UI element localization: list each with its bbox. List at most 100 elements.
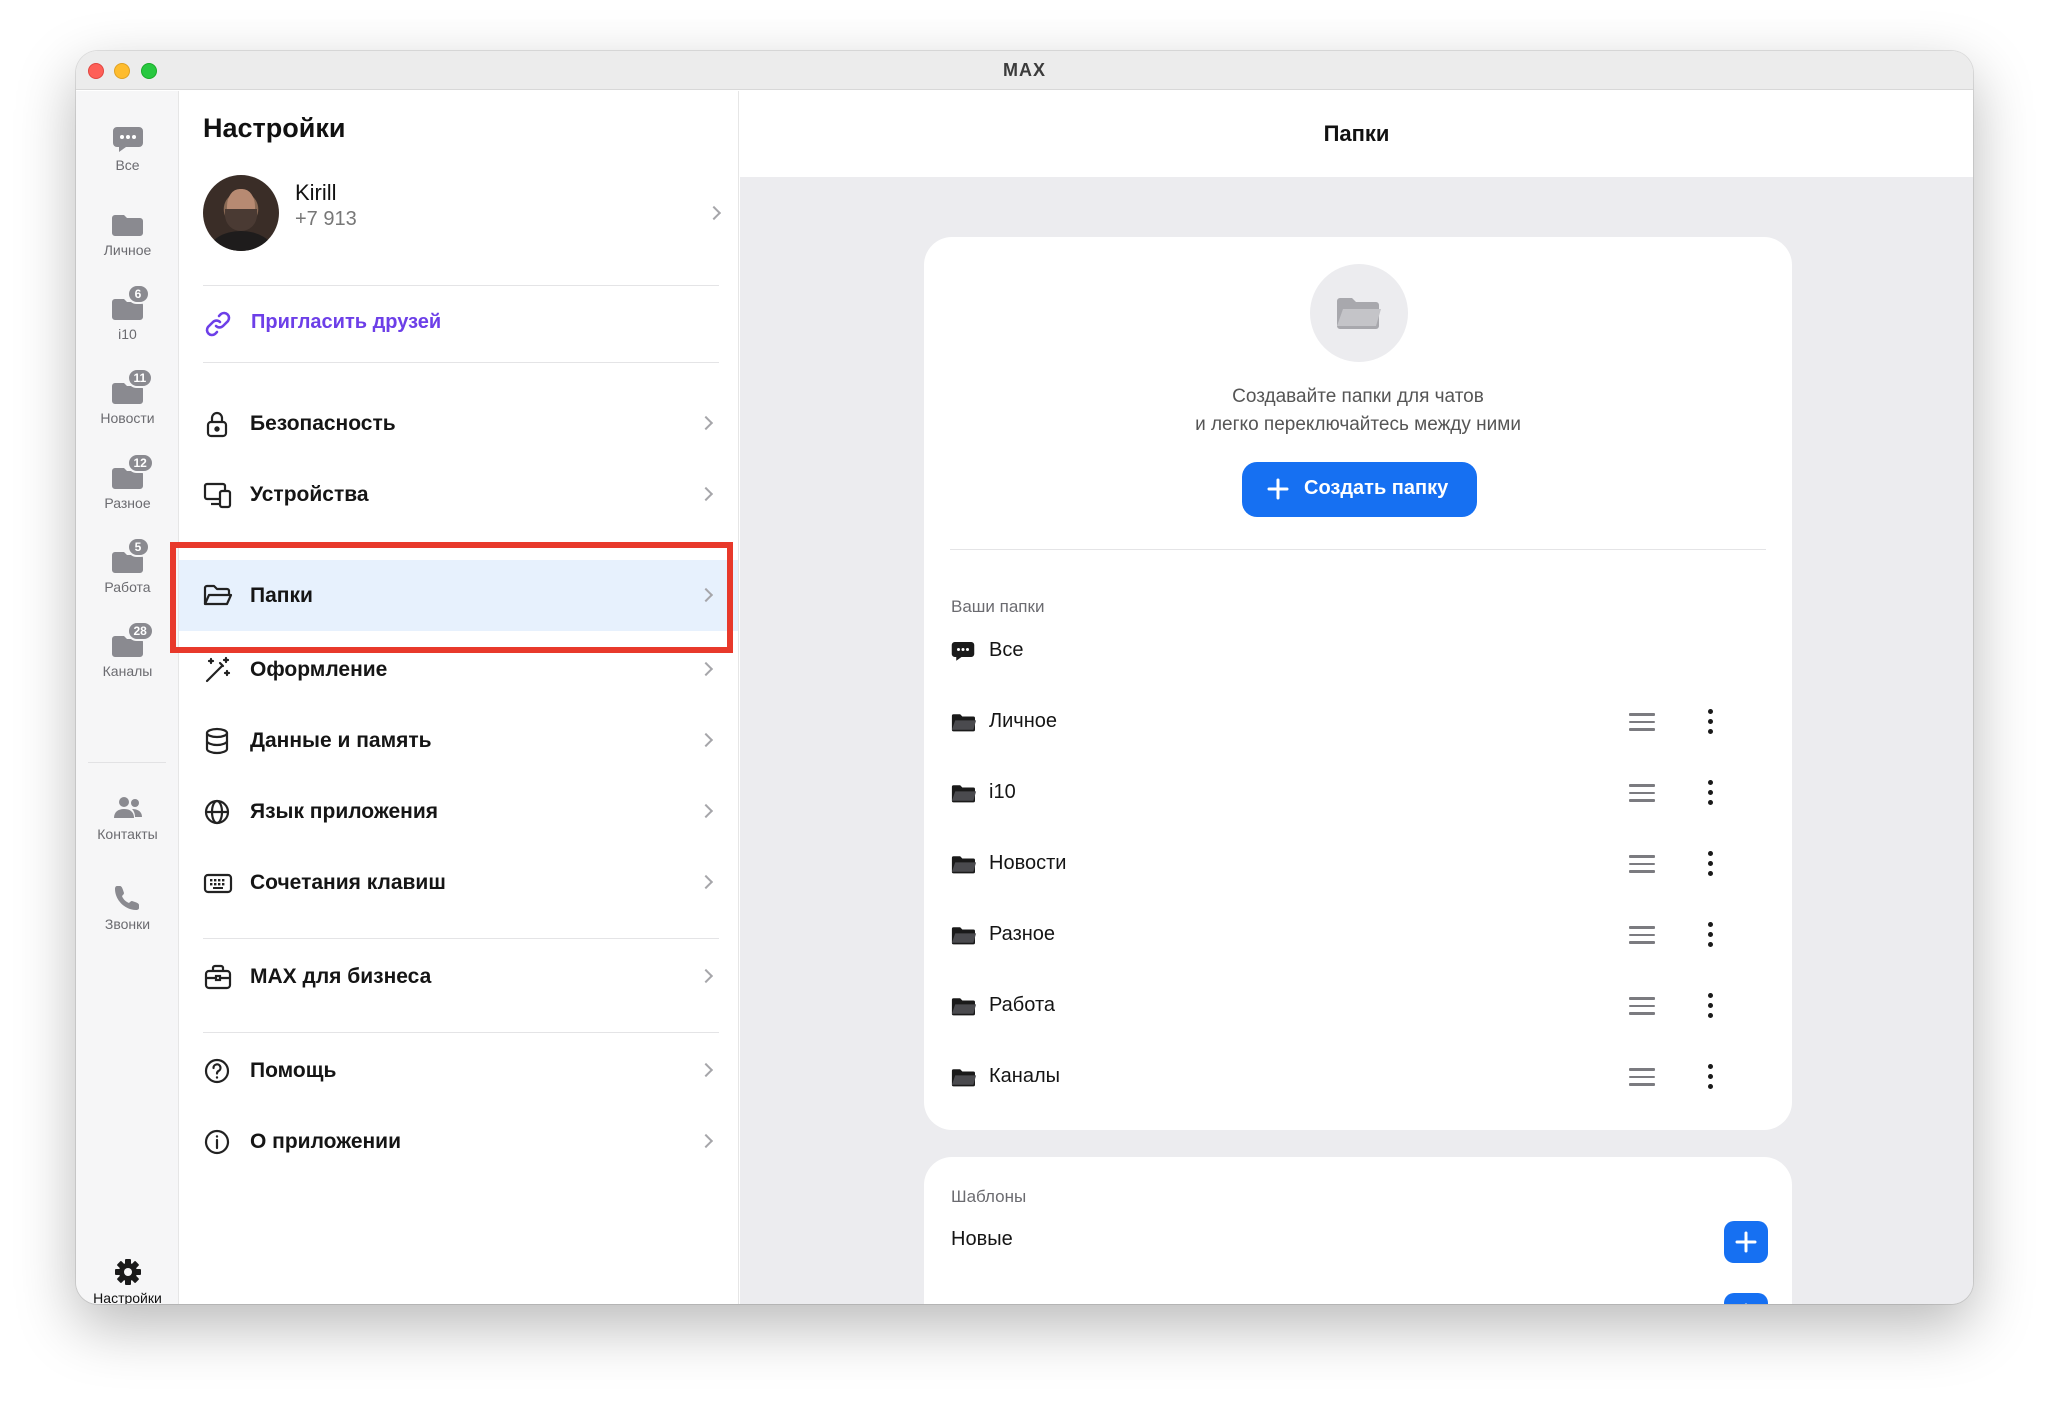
folder-open-icon <box>951 995 977 1022</box>
rail-item-i10[interactable]: 6 i10 <box>76 284 179 342</box>
drag-handle-icon[interactable] <box>1629 1068 1655 1088</box>
chevron-right-icon <box>698 1133 714 1149</box>
menu-item-shortcuts[interactable]: Сочетания клавиш <box>179 847 738 918</box>
rail-item-label: Настройки <box>93 1290 162 1304</box>
menu-item-about[interactable]: О приложении <box>179 1106 738 1177</box>
folder-open-icon <box>951 1066 977 1093</box>
menu-item-data-storage[interactable]: Данные и память <box>179 705 738 776</box>
templates-card: Шаблоны Новые <box>924 1157 1792 1304</box>
menu-item-label: Безопасность <box>250 412 396 435</box>
folder-name: Все <box>989 639 1024 661</box>
folder-name: Новости <box>989 852 1067 874</box>
link-icon <box>203 309 233 344</box>
folders-card: Создавайте папки для чатов и легко перек… <box>924 237 1792 1130</box>
rail-item-settings[interactable]: Настройки <box>76 1258 179 1304</box>
menu-item-help[interactable]: Помощь <box>179 1035 738 1106</box>
rail-item-channels[interactable]: 28 Каналы <box>76 621 179 679</box>
drag-handle-icon[interactable] <box>1629 926 1655 946</box>
folder-row[interactable]: Все <box>924 622 1792 682</box>
chevron-right-icon <box>698 661 714 677</box>
help-icon <box>203 1057 231 1090</box>
menu-item-label: MAX для бизнеса <box>250 965 432 988</box>
chat-bubble-icon <box>951 640 975 667</box>
chevron-right-icon <box>698 486 714 502</box>
drag-handle-icon[interactable] <box>1629 784 1655 804</box>
keyboard-icon <box>203 869 233 902</box>
folder-row[interactable]: Работа <box>924 977 1792 1037</box>
divider <box>203 1032 719 1033</box>
rail-item-label: i10 <box>118 326 137 342</box>
section-label: Шаблоны <box>951 1187 1027 1206</box>
folder-name: Каналы <box>989 1065 1060 1087</box>
more-vertical-icon[interactable] <box>1702 993 1718 1021</box>
folder-row[interactable]: Каналы <box>924 1048 1792 1108</box>
folder-row[interactable]: Новости <box>924 835 1792 895</box>
chevron-right-icon <box>698 732 714 748</box>
rail-item-label: Каналы <box>102 663 153 679</box>
rail-item-label: Новости <box>100 410 155 426</box>
more-vertical-icon[interactable] <box>1702 780 1718 808</box>
menu-item-devices[interactable]: Устройства <box>179 459 738 530</box>
divider <box>203 362 719 363</box>
rail-item-contacts[interactable]: Контакты <box>76 794 179 842</box>
folder-icon <box>111 210 144 238</box>
folder-row[interactable]: i10 <box>924 764 1792 824</box>
add-template-button[interactable] <box>1724 1293 1768 1304</box>
contacts-icon <box>112 794 144 822</box>
add-template-button[interactable] <box>1724 1221 1768 1263</box>
rail-item-work[interactable]: 5 Работа <box>76 537 179 595</box>
avatar <box>203 175 279 251</box>
folder-open-icon <box>951 711 977 738</box>
unread-badge: 11 <box>126 368 154 388</box>
create-folder-button[interactable]: Создать папку <box>1242 462 1477 517</box>
menu-item-security[interactable]: Безопасность <box>179 388 738 459</box>
devices-icon <box>203 481 233 514</box>
profile-card[interactable]: Kirill +7 913 <box>203 175 723 253</box>
invite-friends-link[interactable]: Пригласить друзей <box>203 303 703 343</box>
folder-name: Работа <box>989 994 1055 1016</box>
menu-item-label: Сочетания клавиш <box>250 871 446 894</box>
folder-rail: Все Личное 6 i10 11 Новости 12 Разное 5 … <box>76 91 179 1304</box>
rail-divider <box>88 762 166 763</box>
menu-item-label: Язык приложения <box>250 800 438 823</box>
more-vertical-icon[interactable] <box>1702 1064 1718 1092</box>
rail-item-misc[interactable]: 12 Разное <box>76 453 179 511</box>
drag-handle-icon[interactable] <box>1629 997 1655 1017</box>
menu-item-business[interactable]: MAX для бизнеса <box>179 941 738 1012</box>
empty-state-text: Создавайте папки для чатов и легко перек… <box>924 383 1792 439</box>
rail-item-personal[interactable]: Личное <box>76 210 179 258</box>
folder-row[interactable]: Личное <box>924 693 1792 753</box>
more-vertical-icon[interactable] <box>1702 851 1718 879</box>
unread-badge: 12 <box>126 453 154 473</box>
folder-icon: 5 <box>111 537 150 575</box>
create-folder-label: Создать папку <box>1304 477 1449 499</box>
menu-item-language[interactable]: Язык приложения <box>179 776 738 847</box>
section-label: Ваши папки <box>951 597 1045 616</box>
magic-wand-icon <box>203 656 233 689</box>
rail-item-calls[interactable]: Звонки <box>76 884 179 932</box>
menu-item-label: О приложении <box>250 1130 401 1153</box>
unread-badge: 28 <box>126 621 154 641</box>
rail-item-news[interactable]: 11 Новости <box>76 368 179 426</box>
more-vertical-icon[interactable] <box>1702 922 1718 950</box>
invite-friends-label: Пригласить друзей <box>251 311 442 333</box>
briefcase-icon <box>203 963 233 996</box>
empty-state-line: Создавайте папки для чатов <box>1232 386 1484 407</box>
drag-handle-icon[interactable] <box>1629 713 1655 733</box>
divider <box>203 938 719 939</box>
menu-item-label: Оформление <box>250 658 388 681</box>
folder-placeholder-icon <box>1310 264 1408 362</box>
drag-handle-icon[interactable] <box>1629 855 1655 875</box>
lock-icon <box>203 410 231 443</box>
panel-title: Папки <box>1323 121 1390 146</box>
folder-name: Личное <box>989 710 1058 732</box>
menu-item-label: Данные и память <box>250 729 432 752</box>
app-window: MAX Все Личное 6 i10 11 Новости 12 Разно… <box>76 51 1973 1304</box>
folder-row[interactable]: Разное <box>924 906 1792 966</box>
phone-icon <box>112 884 144 912</box>
plus-icon <box>1744 1303 1748 1304</box>
chat-bubble-icon <box>112 125 144 153</box>
more-vertical-icon[interactable] <box>1702 709 1718 737</box>
chevron-right-icon <box>698 1062 714 1078</box>
rail-item-all[interactable]: Все <box>76 125 179 173</box>
